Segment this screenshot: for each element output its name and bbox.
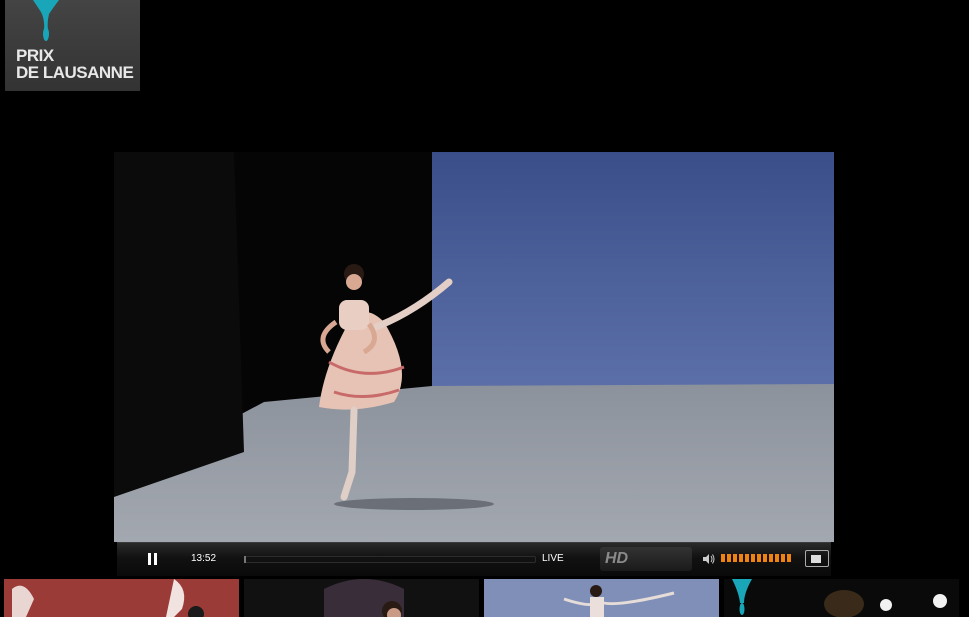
elapsed-time: 13:52 bbox=[191, 553, 217, 564]
fullscreen-icon[interactable] bbox=[805, 550, 829, 567]
thumbnail-2[interactable] bbox=[244, 579, 479, 617]
progress-bar[interactable] bbox=[244, 556, 536, 563]
player-controls: 13:52 LIVE HD bbox=[117, 542, 831, 576]
thumbnail-4[interactable] bbox=[724, 579, 959, 617]
thumbnail-3-image bbox=[484, 579, 719, 617]
thumbnail-4-image bbox=[724, 579, 959, 617]
hd-button[interactable]: HD bbox=[600, 547, 692, 571]
video-image bbox=[114, 152, 834, 542]
hd-label: HD bbox=[605, 550, 629, 567]
thumbnail-1[interactable] bbox=[4, 579, 239, 617]
thumbnail-strip bbox=[0, 579, 969, 617]
logo-drop-icon bbox=[33, 0, 59, 41]
pause-icon[interactable] bbox=[147, 553, 159, 565]
volume-slider[interactable] bbox=[721, 554, 793, 562]
logo-text-line2: DE LAUSANNE bbox=[16, 63, 134, 82]
video-frame[interactable] bbox=[114, 152, 834, 542]
thumbnail-1-image bbox=[4, 579, 239, 617]
live-label: LIVE bbox=[542, 553, 564, 564]
thumbnail-2-image bbox=[244, 579, 479, 617]
prix-de-lausanne-logo[interactable]: PRIX DE LAUSANNE bbox=[5, 0, 140, 91]
thumbnail-3[interactable] bbox=[484, 579, 719, 617]
video-player[interactable]: 13:52 LIVE HD bbox=[114, 149, 834, 579]
speaker-icon[interactable] bbox=[702, 553, 716, 565]
